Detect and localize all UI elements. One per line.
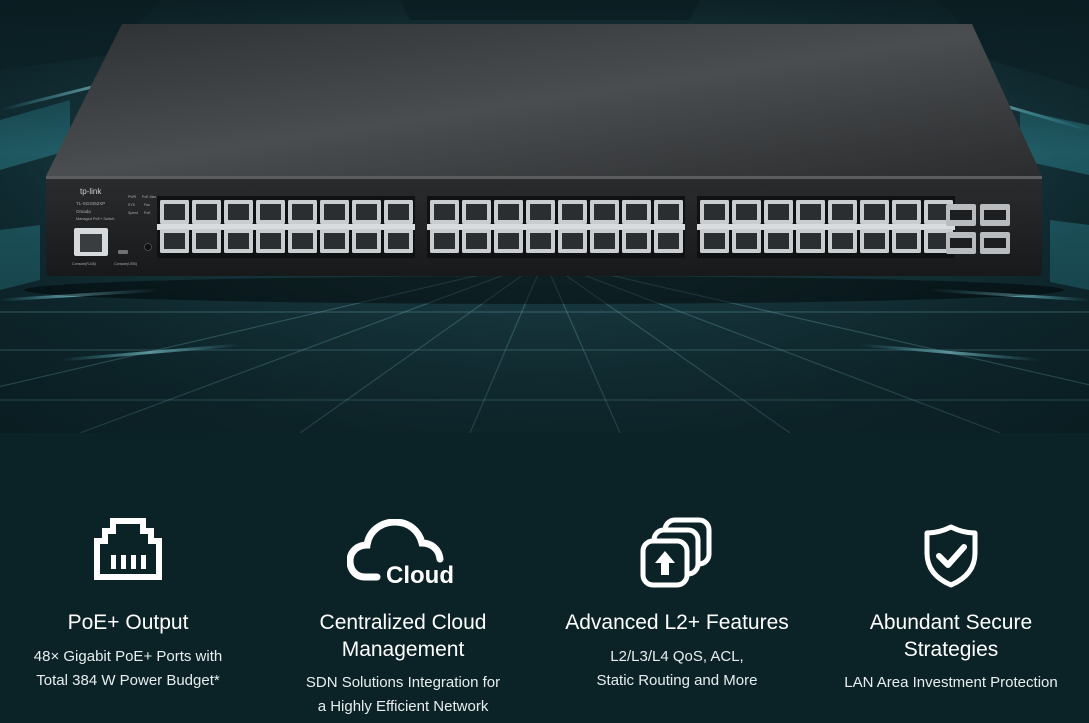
ethernet-port-socket <box>864 204 885 220</box>
console-usb-label: Console(USB) <box>114 262 137 266</box>
ethernet-port-socket <box>498 204 519 220</box>
ethernet-port-socket <box>864 233 885 249</box>
subtitle-label: Managed PoE+ Switch <box>76 217 115 221</box>
ethernet-port-socket <box>658 204 679 220</box>
feature-title-line: Abundant Secure <box>869 611 1033 634</box>
ethernet-port-socket <box>196 204 217 220</box>
led-label-poemax: PoE Max <box>142 195 156 199</box>
led-label-pwr: PWR <box>128 195 137 199</box>
sfp-port-slot <box>950 210 972 220</box>
ethernet-ports <box>157 196 955 258</box>
ethernet-port-socket <box>434 204 455 220</box>
sfp-port-slot <box>984 210 1006 220</box>
feature-title-line: Management <box>341 638 465 661</box>
ethernet-port-socket <box>800 233 821 249</box>
ethernet-port-socket <box>388 204 409 220</box>
feature-title-line: Strategies <box>903 638 999 661</box>
switch-device-image: tp-link TL-SG3452XP Omada Managed PoE+ S… <box>24 24 1064 304</box>
ethernet-port-socket <box>292 204 313 220</box>
ethernet-port-socket <box>164 233 185 249</box>
ethernet-port-socket <box>800 204 821 220</box>
ethernet-port-socket <box>704 204 725 220</box>
cloud-icon-text: Cloud <box>386 562 454 587</box>
hero-banner: tp-link TL-SG3452XP Omada Managed PoE+ S… <box>0 0 1089 433</box>
ethernet-port-socket <box>832 233 853 249</box>
sfp-port-slot <box>984 238 1006 248</box>
ethernet-port-socket <box>768 233 789 249</box>
ethernet-port-socket <box>704 233 725 249</box>
ethernet-port-socket <box>434 233 455 249</box>
ethernet-port-socket <box>832 204 853 220</box>
ethernet-port-socket <box>356 233 377 249</box>
ethernet-port-socket <box>562 233 583 249</box>
ethernet-port-socket <box>896 204 917 220</box>
led-label-sys: SYS <box>128 203 136 207</box>
ethernet-port-socket <box>896 233 917 249</box>
feature-desc-line: Static Routing and More <box>596 672 758 689</box>
feature-desc-line: Total 384 W Power Budget* <box>36 672 220 689</box>
features-section: PoE+ Output 48× Gigabit PoE+ Ports with … <box>0 433 1089 723</box>
ethernet-port-socket <box>658 233 679 249</box>
ethernet-port-socket <box>928 233 949 249</box>
ethernet-port-socket <box>626 233 647 249</box>
feature-desc-line: L2/L3/L4 QoS, ACL, <box>610 648 744 665</box>
feature-desc-line: LAN Area Investment Protection <box>844 674 1058 691</box>
ethernet-port-socket <box>768 204 789 220</box>
console-rj45-label: Console(RJ45) <box>72 262 96 266</box>
ethernet-port-socket <box>228 233 249 249</box>
led-label-fan: Fan <box>144 203 150 207</box>
ethernet-port-socket <box>530 233 551 249</box>
feature-title: Advanced L2+ Features <box>565 611 789 634</box>
ethernet-port-socket <box>594 204 615 220</box>
ethernet-port-socket <box>292 233 313 249</box>
reset-button <box>144 243 152 251</box>
feature-title-line: Centralized Cloud <box>319 611 487 634</box>
feature-desc-line: a Highly Efficient Network <box>317 698 489 715</box>
ethernet-port-socket <box>626 204 647 220</box>
ethernet-port-socket <box>324 204 345 220</box>
ethernet-port-socket <box>736 233 757 249</box>
feature-desc-line: SDN Solutions Integration for <box>305 674 501 691</box>
ethernet-port-socket <box>324 233 345 249</box>
feature-title: PoE+ Output <box>67 611 189 634</box>
ethernet-port-socket <box>594 233 615 249</box>
feature-desc-line: 48× Gigabit PoE+ Ports with <box>33 648 223 665</box>
ethernet-port-socket <box>196 233 217 249</box>
layers-arrow-icon <box>640 517 712 588</box>
brand-logo: tp-link <box>80 187 102 196</box>
ethernet-port-socket <box>736 204 757 220</box>
ethernet-port-socket <box>498 233 519 249</box>
ethernet-port-socket <box>530 204 551 220</box>
ethernet-port-socket <box>260 233 281 249</box>
ethernet-port-icon <box>94 518 162 580</box>
cloud-icon: Cloud <box>347 519 454 587</box>
shield-check-icon <box>924 524 978 588</box>
sfp-port-slot <box>950 238 972 248</box>
ethernet-port-socket <box>466 233 487 249</box>
ethernet-port-socket <box>562 204 583 220</box>
ethernet-port-socket <box>260 204 281 220</box>
omada-label: Omada <box>76 209 91 214</box>
model-label: TL-SG3452XP <box>76 201 105 206</box>
ethernet-port-socket <box>466 204 487 220</box>
ethernet-port-socket <box>388 233 409 249</box>
ethernet-port-socket <box>164 204 185 220</box>
console-usb-port <box>118 250 128 254</box>
ethernet-port-socket <box>356 204 377 220</box>
ethernet-port-socket <box>228 204 249 220</box>
led-label-speed: Speed <box>128 211 138 215</box>
ethernet-port-socket <box>928 204 949 220</box>
led-label-poe: PoE <box>144 211 151 215</box>
